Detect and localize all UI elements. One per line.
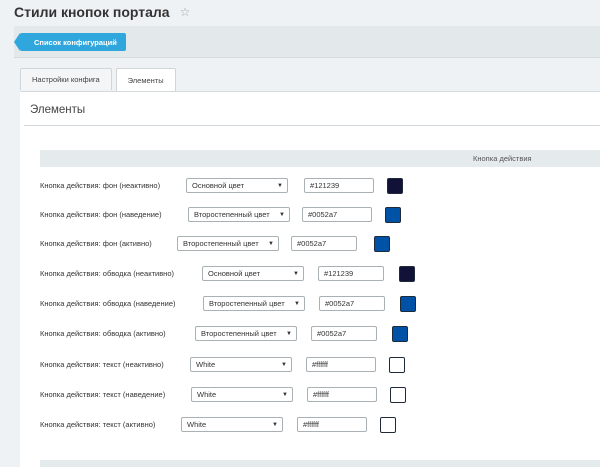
hex-value: #121239 [310, 181, 340, 190]
tab-label: Настройки конфига [32, 75, 100, 84]
page-title: Стили кнопок портала ☆ [14, 4, 190, 20]
select-value: White [187, 420, 207, 429]
row-label: Кнопка действия: фон (наведение) [40, 210, 162, 219]
chevron-down-icon: ▼ [282, 391, 288, 398]
config-list-button-label: Список конфигураций [34, 37, 117, 47]
color-source-select[interactable]: Второстепенный цвет ▼ [177, 236, 279, 251]
color-source-select[interactable]: Основной цвет ▼ [186, 178, 288, 193]
row-label: Кнопка действия: обводка (неактивно) [40, 269, 174, 278]
color-swatch[interactable] [385, 206, 401, 223]
tab-config-settings[interactable]: Настройки конфига [20, 68, 112, 90]
star-icon[interactable]: ☆ [180, 5, 191, 19]
hex-value: #121239 [324, 269, 354, 278]
hex-color-input[interactable]: #121239 [304, 178, 374, 193]
hex-value: #0052a7 [325, 299, 355, 308]
select-value: Второстепенный цвет [194, 210, 270, 219]
hex-value: #ffffff [312, 360, 328, 369]
select-value: Основной цвет [192, 181, 245, 190]
chevron-down-icon: ▼ [277, 182, 283, 189]
row-label: Кнопка действия: обводка (активно) [40, 329, 166, 338]
row-label: Кнопка действия: текст (неактивно) [40, 360, 164, 369]
color-swatch[interactable] [380, 416, 396, 433]
hex-color-input[interactable]: #0052a7 [311, 326, 377, 341]
color-source-select[interactable]: Второстепенный цвет ▼ [203, 296, 305, 311]
table-footer [40, 460, 600, 467]
setting-row: Кнопка действия: обводка (неактивно) Осн… [40, 265, 415, 282]
column-header: Кнопка действия [40, 150, 600, 167]
row-label: Кнопка действия: текст (наведение) [40, 390, 166, 399]
section-divider [24, 125, 600, 126]
setting-row: Кнопка действия: обводка (активно) Второ… [40, 325, 408, 342]
select-value: Второстепенный цвет [183, 239, 259, 248]
color-source-select[interactable]: White ▼ [190, 357, 292, 372]
hex-color-input[interactable]: #ffffff [306, 357, 376, 372]
select-value: White [196, 360, 216, 369]
color-swatch[interactable] [374, 235, 390, 252]
page-title-text: Стили кнопок портала [14, 4, 170, 20]
row-label: Кнопка действия: фон (неактивно) [40, 181, 161, 190]
hex-value: #ffffff [303, 420, 319, 429]
row-label: Кнопка действия: фон (активно) [40, 239, 152, 248]
hex-color-input[interactable]: #ffffff [307, 387, 377, 402]
color-source-select[interactable]: Второстепенный цвет ▼ [188, 207, 290, 222]
select-value: White [197, 390, 217, 399]
color-swatch[interactable] [390, 386, 406, 403]
setting-row: Кнопка действия: фон (наведение) Второст… [40, 206, 401, 223]
color-swatch[interactable] [387, 177, 403, 194]
color-source-select[interactable]: Второстепенный цвет ▼ [195, 326, 297, 341]
select-value: Второстепенный цвет [201, 329, 277, 338]
color-source-select[interactable]: Основной цвет ▼ [202, 266, 304, 281]
chevron-down-icon: ▼ [286, 330, 292, 337]
chevron-down-icon: ▼ [293, 270, 299, 277]
select-value: Основной цвет [208, 269, 261, 278]
setting-row: Кнопка действия: текст (неактивно) White… [40, 356, 405, 373]
elements-panel: Элементы Кнопка действия Кнопка действия… [20, 91, 600, 467]
hex-color-input[interactable]: #ffffff [297, 417, 367, 432]
select-value: Второстепенный цвет [209, 299, 285, 308]
column-header-label: Кнопка действия [473, 154, 532, 163]
hex-color-input[interactable]: #0052a7 [319, 296, 385, 311]
section-title: Элементы [30, 104, 86, 116]
color-swatch[interactable] [389, 356, 405, 373]
hex-color-input[interactable]: #0052a7 [291, 236, 357, 251]
hex-color-input[interactable]: #121239 [318, 266, 384, 281]
setting-row: Кнопка действия: текст (активно) White ▼… [40, 416, 396, 433]
hex-color-input[interactable]: #0052a7 [302, 207, 372, 222]
color-swatch[interactable] [400, 295, 416, 312]
color-source-select[interactable]: White ▼ [191, 387, 293, 402]
hex-value: #0052a7 [317, 329, 347, 338]
chevron-down-icon: ▼ [294, 300, 300, 307]
color-swatch[interactable] [392, 325, 408, 342]
setting-row: Кнопка действия: обводка (наведение) Вто… [40, 295, 416, 312]
row-label: Кнопка действия: текст (активно) [40, 420, 156, 429]
chevron-down-icon: ▼ [281, 361, 287, 368]
hex-value: #0052a7 [308, 210, 338, 219]
tab-bar: Настройки конфига Элементы [20, 68, 176, 91]
tab-label: Элементы [127, 75, 164, 85]
config-list-button[interactable]: Список конфигураций [14, 33, 126, 51]
setting-row: Кнопка действия: фон (активно) Второстеп… [40, 235, 390, 252]
chevron-down-icon: ▼ [272, 421, 278, 428]
hex-value: #ffffff [313, 390, 329, 399]
color-source-select[interactable]: White ▼ [181, 417, 283, 432]
chevron-down-icon: ▼ [268, 240, 274, 247]
chevron-down-icon: ▼ [279, 211, 285, 218]
setting-row: Кнопка действия: фон (неактивно) Основно… [40, 177, 403, 194]
hex-value: #0052a7 [297, 239, 327, 248]
setting-row: Кнопка действия: текст (наведение) White… [40, 386, 406, 403]
tab-elements[interactable]: Элементы [115, 68, 176, 91]
color-swatch[interactable] [399, 265, 415, 282]
row-label: Кнопка действия: обводка (наведение) [40, 299, 176, 308]
